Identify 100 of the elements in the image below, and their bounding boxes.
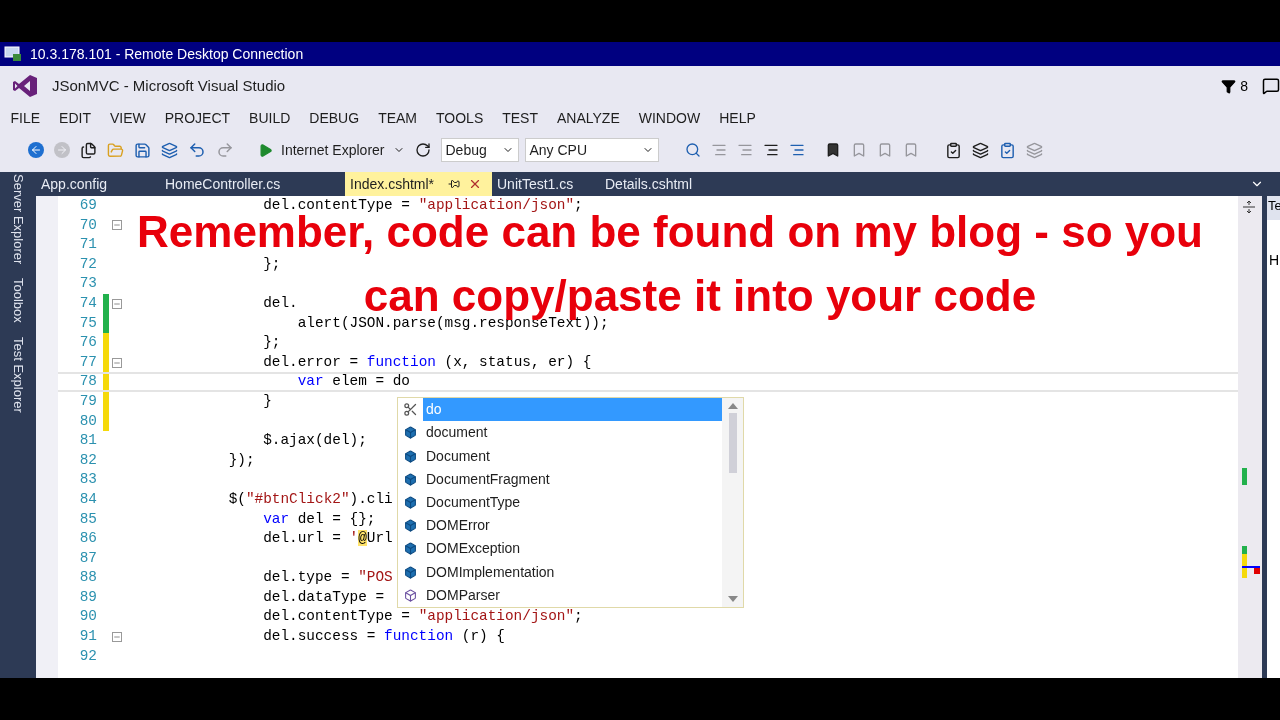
collapse-icon[interactable] [112,357,122,368]
completion-item[interactable]: DocumentType [423,490,722,515]
completion-item[interactable]: DocumentFragment [423,467,722,491]
line-number: 81 [78,431,97,451]
line-number: 76 [78,333,97,353]
code-line: del.dataType = [262,587,385,607]
code-line: var elem = do [296,372,410,392]
completion-item[interactable]: document [423,421,722,445]
completion-item[interactable]: DOMImplementation [423,560,722,584]
notification-count[interactable]: 8 [1240,75,1248,97]
menu-item[interactable]: TOOLS [426,107,493,129]
line-number: 69 [78,196,97,215]
refresh-icon[interactable] [414,142,431,158]
menu-item[interactable]: BUILD [239,107,300,129]
play-icon [258,142,273,158]
completion-item[interactable]: DOMException [423,537,722,561]
back-icon[interactable] [28,142,44,158]
document-tab[interactable]: Index.cshtml* [345,172,492,196]
platform-dropdown[interactable]: Any CPU [524,138,659,162]
code-line: var del = {}; [262,509,376,529]
line-number: 85 [78,509,97,529]
side-panel-tab[interactable]: Server Explorer [8,174,28,265]
collapse-icon[interactable] [112,631,122,642]
code-line: }; [262,254,281,274]
line-number: 79 [78,391,97,411]
line-number: 77 [78,352,97,372]
save-icon[interactable] [134,141,151,159]
notification-flag-icon[interactable] [1221,78,1237,94]
code-line: } [262,391,272,411]
window-title: 10.3.178.101 - Remote Desktop Connection [30,44,304,64]
document-tab[interactable]: HomeController.cs [160,172,345,196]
split-icon[interactable] [1241,200,1257,214]
completion-scrollbar[interactable] [722,398,743,607]
object-icon [404,519,417,533]
editor-scrollbar[interactable] [1238,196,1262,678]
code-line: }; [262,333,281,353]
window-title: JSonMVC - Microsoft Visual Studio [52,75,286,96]
line-number: 83 [78,470,97,490]
line-number: 87 [78,548,97,568]
line-number: 89 [78,587,97,607]
run-button[interactable]: Internet Explorer [258,139,405,161]
code-line: del.type = "POS [262,568,393,588]
object-icon [404,449,417,463]
scroll-up-icon[interactable] [727,403,738,409]
line-number: 71 [78,235,97,255]
menu-item[interactable]: DEBUG [299,107,369,129]
menu-item[interactable]: TEST [492,107,548,129]
code-line: del.error = function (x, status, er) { [262,352,592,372]
menu-item[interactable]: TEAM [368,107,427,129]
configuration-dropdown[interactable]: Debug [440,138,519,162]
line-number: 92 [78,646,97,666]
menu-item[interactable]: VIEW [100,107,156,129]
menu-item[interactable]: PROJECT [155,107,240,129]
menu-item[interactable]: WINDOW [629,107,710,129]
line-number: 91 [78,627,97,647]
completion-item[interactable]: DOMError [423,514,722,538]
scroll-down-icon[interactable] [727,596,738,602]
collapse-icon[interactable] [112,298,122,309]
menu-item[interactable]: HELP [709,107,766,129]
menu-item[interactable]: FILE [1,107,50,129]
snippet-icon [403,402,418,418]
line-number: 90 [78,607,97,627]
completion-item[interactable]: Document [423,444,722,468]
side-panel-tab[interactable]: Toolbox [8,278,28,324]
code-line: }); [227,450,255,470]
line-number: 72 [78,254,97,274]
code-line: del.contentType = "application/json"; [262,607,583,627]
panel-text: H [1268,251,1280,270]
line-number: 84 [78,489,97,509]
pin-icon[interactable] [448,178,461,190]
code-line: del. [262,293,298,313]
completion-item[interactable]: DOMParser [423,583,722,607]
collapse-icon[interactable] [112,220,122,231]
line-number: 73 [78,274,97,294]
line-number: 86 [78,529,97,549]
line-number: 70 [78,215,97,235]
code-line: $("#btnClick2").cli [227,489,393,509]
object-icon [404,472,417,486]
code-line: $.ajax(del); [262,431,367,451]
line-number: 78 [78,372,97,392]
undo-icon[interactable] [188,141,206,159]
line-number: 75 [78,313,97,333]
object-icon [404,542,417,556]
visual-studio-logo [12,73,38,99]
remote-desktop-icon [4,46,22,62]
side-panel-tab[interactable]: Test Explorer [8,337,28,413]
menu-item[interactable]: EDIT [49,107,101,129]
line-number: 82 [78,450,97,470]
code-line: del.success = function (r) { [262,627,505,647]
scrollbar-thumb[interactable] [728,413,737,473]
class-icon [404,588,417,602]
object-icon [404,426,417,440]
menu-item[interactable]: ANALYZE [547,107,630,129]
document-tab[interactable]: UnitTest1.cs [492,172,600,196]
document-tab[interactable]: App.config [36,172,160,196]
feedback-icon[interactable] [1262,77,1280,95]
line-number: 74 [78,293,97,313]
line-number: 80 [78,411,97,431]
document-tab[interactable]: Details.cshtml [600,172,778,196]
object-icon [404,565,417,579]
